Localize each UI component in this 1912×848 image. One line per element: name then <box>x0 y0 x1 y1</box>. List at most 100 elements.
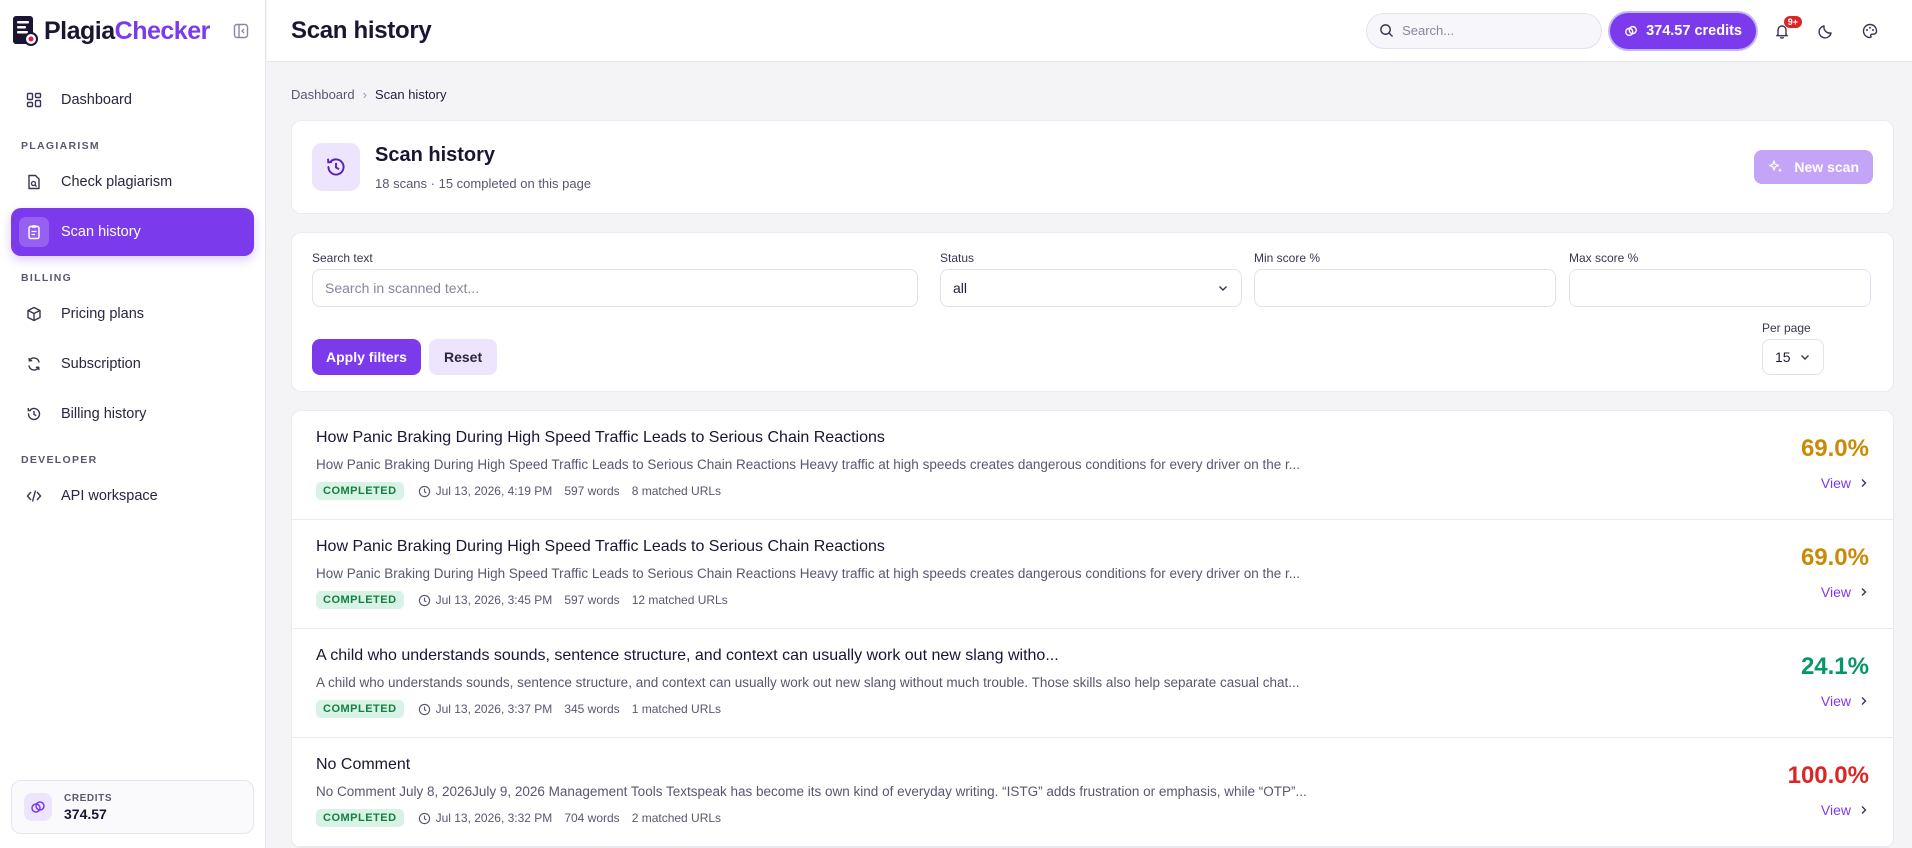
coins-icon <box>24 793 52 821</box>
view-link[interactable]: View <box>1821 475 1869 491</box>
logo-icon <box>12 14 40 48</box>
scan-score: 100.0% <box>1787 762 1869 789</box>
chevron-right-icon <box>1859 805 1869 815</box>
view-label: View <box>1820 584 1851 600</box>
sidebar-item-label: Dashboard <box>61 92 132 108</box>
scan-snippet: How Panic Braking During High Speed Traf… <box>316 457 1301 472</box>
min-score-input[interactable] <box>1254 269 1556 307</box>
sidebar-item-billing-history[interactable]: Billing history <box>11 390 254 438</box>
scan-row[interactable]: How Panic Braking During High Speed Traf… <box>292 520 1893 629</box>
palette-icon <box>1862 23 1878 38</box>
per-page-value: 15 <box>1775 349 1791 365</box>
scan-urls: 12 matched URLs <box>631 593 728 607</box>
scan-urls: 2 matched URLs <box>631 811 722 825</box>
view-link[interactable]: View <box>1821 584 1869 600</box>
breadcrumb-home[interactable]: Dashboard <box>291 87 355 102</box>
scan-title[interactable]: A child who understands sounds, sentence… <box>316 647 1871 665</box>
breadcrumb: Dashboard › Scan history <box>291 87 1894 102</box>
scan-words: 704 words <box>564 811 620 825</box>
view-link[interactable]: View <box>1821 802 1869 818</box>
moon-icon <box>1818 24 1832 39</box>
theme-toggle-button[interactable] <box>1808 13 1844 49</box>
scan-meta: COMPLETED Jul 13, 2026, 3:45 PM 597 word… <box>316 591 1871 609</box>
chevron-right-icon: › <box>362 87 367 102</box>
new-scan-button[interactable]: New scan <box>1754 150 1873 184</box>
sidebar-item-dashboard[interactable]: Dashboard <box>11 76 254 124</box>
scan-title[interactable]: No Comment <box>316 756 1871 774</box>
search-input[interactable] <box>1402 23 1583 38</box>
scan-row[interactable]: A child who understands sounds, sentence… <box>292 629 1893 738</box>
section-plagiarism: PLAGIARISM <box>21 140 100 152</box>
view-link[interactable]: View <box>1821 693 1869 709</box>
max-score-input[interactable] <box>1569 269 1871 307</box>
chevron-down-icon <box>1219 286 1227 291</box>
sidebar: PlagiaChecker Dashboard PLAGIARISM Check… <box>0 0 266 848</box>
brand-name-part2: Checker <box>114 16 211 45</box>
sidebar-item-label: API workspace <box>61 488 158 504</box>
scan-snippet: A child who understands sounds, sentence… <box>316 675 1300 690</box>
scan-snippet: No Comment July 8, 2026July 9, 2026 Mana… <box>316 784 1307 799</box>
sidebar-nav: Dashboard PLAGIARISM Check plagiarism Sc… <box>0 62 265 520</box>
sidebar-item-scan-history[interactable]: Scan history <box>11 208 254 256</box>
section-developer: DEVELOPER <box>21 454 98 466</box>
scan-score: 69.0% <box>1800 435 1869 462</box>
dashboard-icon <box>25 91 43 109</box>
scan-list: How Panic Braking During High Speed Traf… <box>291 410 1894 848</box>
notification-badge: 9+ <box>1783 15 1802 28</box>
sidebar-collapse-button[interactable] <box>229 19 253 43</box>
clock-icon <box>418 594 431 607</box>
scan-title[interactable]: How Panic Braking During High Speed Traf… <box>316 538 1871 556</box>
per-page-select[interactable]: 15 <box>1762 339 1824 375</box>
scan-title[interactable]: How Panic Braking During High Speed Traf… <box>316 429 1871 447</box>
status-badge: COMPLETED <box>316 809 404 827</box>
sidebar-item-label: Check plagiarism <box>61 174 173 190</box>
clock-icon <box>418 485 431 498</box>
scan-score: 24.1% <box>1800 653 1869 680</box>
credits-button[interactable]: 374.57 credits <box>1610 12 1756 49</box>
history-icon <box>312 143 360 191</box>
scan-date-text: Jul 13, 2026, 3:32 PM <box>435 811 553 825</box>
sidebar-item-label: Scan history <box>61 224 141 240</box>
min-score-label: Min score % <box>1254 251 1321 265</box>
section-billing: BILLING <box>21 272 73 284</box>
view-label: View <box>1820 693 1851 709</box>
clock-icon <box>418 812 431 825</box>
sparkles-icon <box>1768 159 1784 175</box>
apply-filters-button[interactable]: Apply filters <box>312 339 421 375</box>
search-text-input[interactable] <box>312 269 918 307</box>
sidebar-item-label: Subscription <box>61 356 141 372</box>
reset-button[interactable]: Reset <box>429 339 498 375</box>
search-text-label: Search text <box>312 251 373 265</box>
sidebar-toggle-icon <box>233 23 249 39</box>
scan-date: Jul 13, 2026, 3:37 PM <box>418 702 552 716</box>
chevron-right-icon <box>1859 478 1869 488</box>
view-label: View <box>1820 802 1851 818</box>
scan-row[interactable]: How Panic Braking During High Speed Traf… <box>292 411 1893 520</box>
chevron-down-icon <box>1801 355 1809 360</box>
sidebar-item-check-plagiarism[interactable]: Check plagiarism <box>11 158 254 206</box>
sidebar-item-label: Pricing plans <box>61 306 145 322</box>
sidebar-item-pricing-plans[interactable]: Pricing plans <box>11 290 254 338</box>
scan-words: 597 words <box>564 484 620 498</box>
credits-pill-label: 374.57 credits <box>1646 22 1742 39</box>
chevron-right-icon <box>1859 587 1869 597</box>
scan-words: 597 words <box>564 593 620 607</box>
sidebar-item-subscription[interactable]: Subscription <box>11 340 254 388</box>
scan-meta: COMPLETED Jul 13, 2026, 4:19 PM 597 word… <box>316 482 1871 500</box>
palette-button[interactable] <box>1852 13 1888 49</box>
new-scan-label: New scan <box>1794 159 1859 175</box>
code-icon <box>25 487 43 505</box>
credits-label: CREDITS <box>64 792 113 804</box>
status-value: all <box>953 280 968 296</box>
chevron-right-icon <box>1859 696 1869 706</box>
status-label: Status <box>940 251 975 265</box>
global-search <box>1366 12 1603 49</box>
status-badge: COMPLETED <box>316 591 404 609</box>
status-select[interactable]: all <box>940 269 1242 307</box>
header-subtitle: 18 scans · 15 completed on this page <box>375 175 592 191</box>
sidebar-item-api-workspace[interactable]: API workspace <box>11 472 254 520</box>
notifications-button[interactable]: 9+ <box>1764 13 1802 49</box>
scan-row[interactable]: No Comment No Comment July 8, 2026July 9… <box>292 738 1893 847</box>
package-icon <box>25 305 43 323</box>
scan-urls: 8 matched URLs <box>631 484 722 498</box>
